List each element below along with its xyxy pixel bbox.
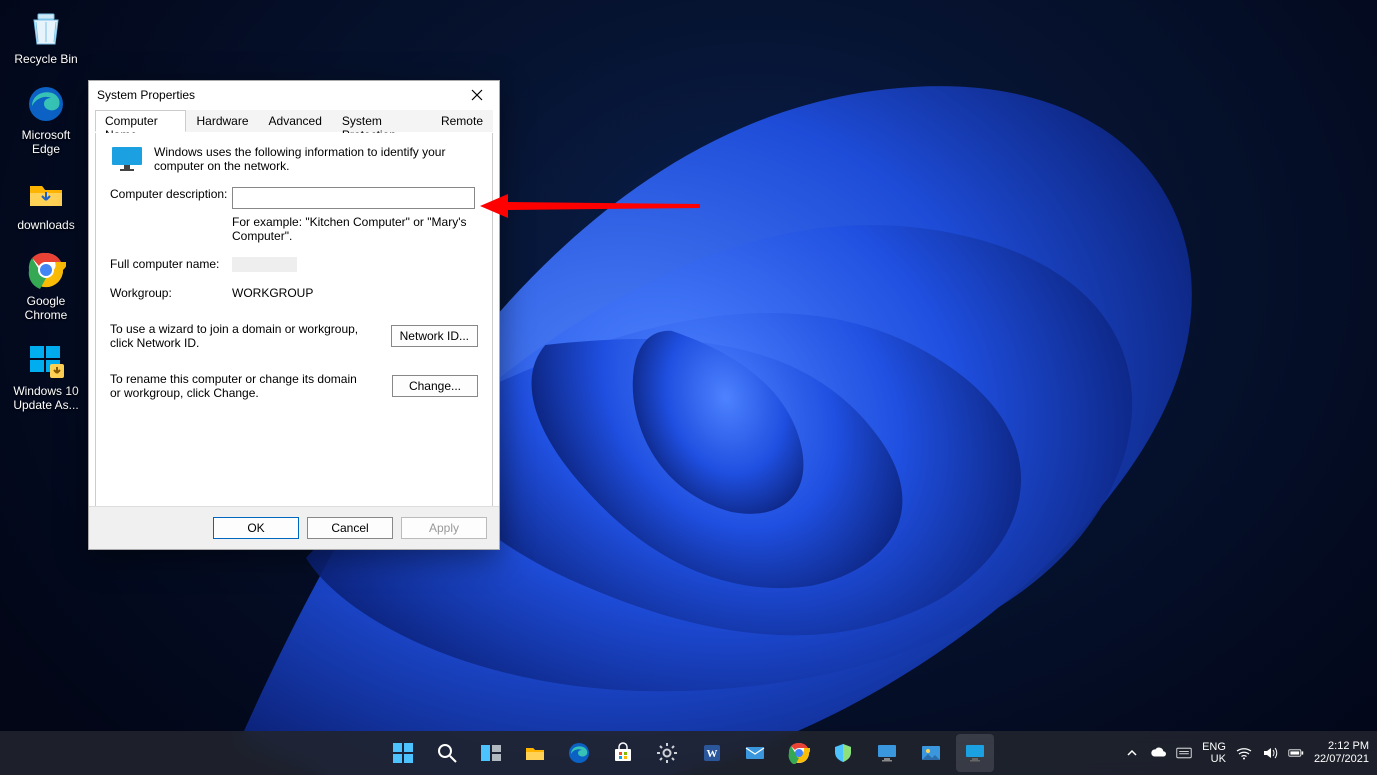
gear-icon — [656, 742, 678, 764]
tray-onedrive[interactable] — [1150, 745, 1166, 761]
lang-code: ENG — [1202, 741, 1226, 753]
tab-advanced[interactable]: Advanced — [259, 110, 332, 132]
system-properties-dialog: System Properties Computer Name Hardware… — [88, 80, 500, 550]
tray-clock[interactable]: 2:12 PM22/07/2021 — [1314, 740, 1369, 766]
svg-text:W: W — [706, 748, 717, 760]
edge-icon — [568, 742, 590, 764]
volume-icon — [1262, 746, 1278, 760]
close-icon — [471, 89, 483, 101]
taskbar-photos[interactable] — [912, 734, 950, 772]
desktop-icon-edge[interactable]: Microsoft Edge — [8, 84, 84, 156]
desktop-icon-label: Windows 10 Update As... — [8, 384, 84, 412]
clock-date: 22/07/2021 — [1314, 753, 1369, 766]
rename-text: To rename this computer or change its do… — [110, 372, 360, 400]
wizard-text: To use a wizard to join a domain or work… — [110, 322, 360, 350]
monitor-icon — [876, 742, 898, 764]
tab-system-protection[interactable]: System Protection — [332, 110, 431, 132]
cloud-icon — [1150, 746, 1166, 760]
photos-icon — [920, 742, 942, 764]
workgroup-label: Workgroup: — [110, 286, 232, 300]
desktop-icon-downloads[interactable]: downloads — [8, 174, 84, 232]
mail-icon — [744, 742, 766, 764]
info-text: Windows uses the following information t… — [154, 145, 478, 173]
desktop-icon-label: Microsoft Edge — [8, 128, 84, 156]
taskbar-monitor-app[interactable] — [868, 734, 906, 772]
shield-icon — [832, 742, 854, 764]
chrome-icon — [26, 250, 66, 290]
task-view-icon — [480, 742, 502, 764]
fullname-value — [232, 257, 297, 272]
taskbar-settings[interactable] — [648, 734, 686, 772]
store-icon — [612, 742, 634, 764]
clock-time: 2:12 PM — [1314, 740, 1369, 753]
lang-region: UK — [1202, 753, 1226, 765]
computer-description-input[interactable] — [232, 187, 475, 209]
change-button[interactable]: Change... — [392, 375, 478, 397]
apply-button: Apply — [401, 517, 487, 539]
recycle-bin-icon — [26, 8, 66, 48]
folder-icon — [524, 742, 546, 764]
task-view-button[interactable] — [472, 734, 510, 772]
workgroup-value: WORKGROUP — [232, 286, 313, 300]
windows-update-icon — [26, 340, 66, 380]
taskbar-file-explorer[interactable] — [516, 734, 554, 772]
description-hint: For example: "Kitchen Computer" or "Mary… — [232, 215, 472, 243]
edge-icon — [26, 84, 66, 124]
tray-volume[interactable] — [1262, 745, 1278, 761]
chevron-up-icon — [1126, 747, 1138, 759]
search-button[interactable] — [428, 734, 466, 772]
wifi-icon — [1236, 746, 1252, 760]
taskbar: W ENGUK 2:12 PM22/07/2021 — [0, 731, 1377, 775]
windows-icon — [392, 742, 414, 764]
tray-battery[interactable] — [1288, 745, 1304, 761]
folder-icon — [26, 174, 66, 214]
monitor-icon — [110, 145, 144, 173]
desktop-icon-label: Recycle Bin — [14, 52, 77, 66]
cancel-button[interactable]: Cancel — [307, 517, 393, 539]
taskbar-edge[interactable] — [560, 734, 598, 772]
close-button[interactable] — [455, 81, 499, 109]
taskbar-security[interactable] — [824, 734, 862, 772]
tray-chevron-up[interactable] — [1124, 745, 1140, 761]
taskbar-word[interactable]: W — [692, 734, 730, 772]
search-icon — [437, 743, 457, 763]
tray-language[interactable]: ENGUK — [1202, 741, 1226, 765]
desktop-icon-win10-update[interactable]: Windows 10 Update As... — [8, 340, 84, 412]
dialog-title: System Properties — [89, 81, 499, 109]
tab-remote[interactable]: Remote — [431, 110, 493, 132]
desktop-icon-label: Google Chrome — [8, 294, 84, 322]
battery-icon — [1288, 747, 1304, 759]
computer-icon — [964, 742, 986, 764]
chrome-icon — [788, 742, 810, 764]
taskbar-mail[interactable] — [736, 734, 774, 772]
start-button[interactable] — [384, 734, 422, 772]
ok-button[interactable]: OK — [213, 517, 299, 539]
tray-keyboard[interactable] — [1176, 745, 1192, 761]
taskbar-chrome[interactable] — [780, 734, 818, 772]
desktop-icon-chrome[interactable]: Google Chrome — [8, 250, 84, 322]
annotation-arrow — [480, 192, 710, 220]
taskbar-store[interactable] — [604, 734, 642, 772]
keyboard-icon — [1176, 746, 1192, 760]
tab-strip: Computer Name Hardware Advanced System P… — [95, 109, 493, 132]
tray-wifi[interactable] — [1236, 745, 1252, 761]
tab-hardware[interactable]: Hardware — [186, 110, 258, 132]
fullname-label: Full computer name: — [110, 257, 232, 271]
network-id-button[interactable]: Network ID... — [391, 325, 478, 347]
desktop-icon-label: downloads — [17, 218, 74, 232]
tab-panel: Windows uses the following information t… — [95, 133, 493, 507]
description-label: Computer description: — [110, 187, 232, 201]
word-icon: W — [700, 742, 722, 764]
desktop-icon-recycle-bin[interactable]: Recycle Bin — [8, 8, 84, 66]
taskbar-system-properties[interactable] — [956, 734, 994, 772]
tab-computer-name[interactable]: Computer Name — [95, 110, 186, 132]
